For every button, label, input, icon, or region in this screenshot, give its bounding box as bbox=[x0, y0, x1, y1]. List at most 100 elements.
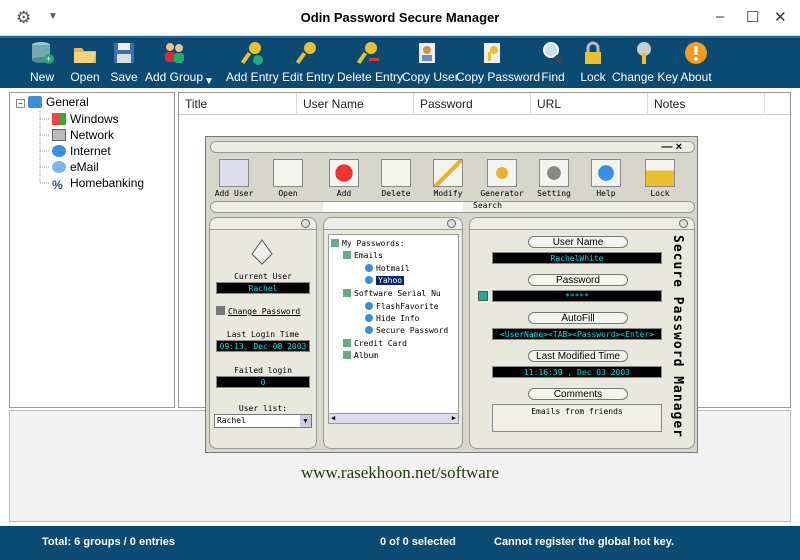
column-title[interactable]: Title bbox=[179, 93, 297, 115]
last-modified-label: Last Modified Time bbox=[528, 350, 628, 362]
inner-generator-button[interactable]: Generator bbox=[480, 159, 524, 198]
user-name-label-button[interactable]: User Name bbox=[528, 236, 628, 248]
tree-node-email[interactable]: eMail bbox=[52, 159, 99, 175]
inner-help-button[interactable]: Help bbox=[584, 159, 628, 198]
inner-add-button[interactable]: Add bbox=[322, 159, 366, 198]
user-list-select[interactable]: Rachel ▼ bbox=[214, 414, 312, 428]
maximize-icon[interactable]: ☐ bbox=[746, 8, 759, 26]
autofill-field[interactable]: <UserName><TAB><Password><Enter> bbox=[492, 328, 662, 340]
column-url[interactable]: URL bbox=[531, 93, 648, 115]
lock-button[interactable]: Lock bbox=[578, 40, 608, 88]
minimize-icon[interactable]: – bbox=[716, 8, 724, 25]
new-database-icon: + bbox=[32, 42, 54, 64]
comments-label-button[interactable]: Comments bbox=[528, 388, 628, 400]
dropdown-arrow-icon: ▼ bbox=[300, 415, 311, 427]
inner-search-bar: Search bbox=[210, 201, 695, 213]
new-button[interactable]: + New bbox=[26, 40, 58, 88]
about-button[interactable]: About bbox=[679, 40, 713, 88]
email-icon bbox=[52, 161, 66, 173]
tree-node-network[interactable]: Network bbox=[52, 127, 114, 143]
autofill-label-button[interactable]: AutoFill bbox=[528, 312, 628, 324]
column-password[interactable]: Password bbox=[414, 93, 531, 115]
user-name-field[interactable]: RachelWhite bbox=[492, 252, 662, 264]
change-key-icon bbox=[637, 42, 651, 64]
inner-lock-button[interactable]: Lock bbox=[638, 159, 682, 198]
window-title: Odin Password Secure Manager bbox=[300, 10, 500, 25]
scroll-right-icon[interactable]: ▶ bbox=[452, 414, 456, 422]
last-login-field: 09:13, Dec 08 2003 bbox=[216, 340, 310, 352]
inner-search-input[interactable] bbox=[323, 202, 463, 212]
change-key-button[interactable]: Change Key bbox=[612, 40, 678, 88]
tree-node-hide-info[interactable]: Hide Info bbox=[365, 314, 419, 323]
tree-node-internet[interactable]: Internet bbox=[52, 143, 111, 159]
inner-setting-button[interactable]: Setting bbox=[532, 159, 576, 198]
tree-node-secure-password[interactable]: Secure Password bbox=[365, 326, 448, 335]
windows-icon bbox=[52, 113, 66, 125]
inner-title-bar: — × bbox=[210, 141, 695, 153]
copy-password-button[interactable]: Copy Password bbox=[456, 40, 540, 88]
column-user-name[interactable]: User Name bbox=[297, 93, 414, 115]
tree-node-yahoo[interactable]: Yahoo bbox=[365, 276, 405, 285]
magnifier-icon bbox=[543, 42, 563, 65]
tree-node-general[interactable]: − General bbox=[16, 94, 89, 110]
tree-node-homebanking[interactable]: % Homebanking bbox=[52, 175, 144, 191]
password-key-icon[interactable] bbox=[478, 291, 488, 301]
column-notes[interactable]: Notes bbox=[648, 93, 765, 115]
tree-node-flashfavorite[interactable]: FlashFavorite bbox=[365, 302, 439, 311]
add-group-icon bbox=[165, 43, 184, 63]
panel-collapse-icon[interactable] bbox=[679, 219, 688, 228]
folder-icon bbox=[343, 251, 351, 259]
inner-add-user-button[interactable]: Add User bbox=[212, 159, 256, 198]
tree-node-software-serial[interactable]: Software Serial Nu bbox=[343, 289, 441, 298]
inner-delete-button[interactable]: Delete bbox=[374, 159, 418, 198]
password-field[interactable]: ***** bbox=[492, 290, 662, 302]
inner-tree-panel: My Passwords: Emails Hotmail Yahoo Softw… bbox=[323, 217, 463, 449]
watermark-url: www.rasekhoon.net/software bbox=[300, 463, 500, 482]
group-tree[interactable]: − General Windows Network Internet eMail … bbox=[9, 92, 175, 408]
warning-about-icon bbox=[685, 42, 707, 64]
panel-collapse-icon[interactable] bbox=[301, 219, 310, 228]
tree-node-credit-card[interactable]: Credit Card bbox=[343, 339, 407, 348]
add-entry-button[interactable]: Add Entry bbox=[226, 40, 279, 88]
grid-header: Title User Name Password URL Notes bbox=[179, 93, 790, 115]
panel-collapse-icon[interactable] bbox=[447, 219, 456, 228]
globe-icon bbox=[365, 264, 373, 272]
comments-field[interactable]: Emails from friends bbox=[492, 404, 662, 432]
find-button[interactable]: Find bbox=[539, 40, 567, 88]
tree-node-hotmail[interactable]: Hotmail bbox=[365, 264, 410, 273]
panel-header bbox=[210, 218, 316, 230]
folder-icon bbox=[343, 339, 351, 347]
generator-icon bbox=[487, 159, 517, 187]
password-label-button[interactable]: Password bbox=[528, 274, 628, 286]
horizontal-scrollbar[interactable]: ◀ ▶ bbox=[329, 413, 458, 423]
tree-node-windows[interactable]: Windows bbox=[52, 111, 119, 127]
checkbox-checked-icon bbox=[216, 306, 225, 315]
status-bar: Total: 6 groups / 0 entries 0 of 0 selec… bbox=[0, 526, 800, 560]
vertical-product-title: Secure Password Manager bbox=[670, 235, 685, 439]
add-group-dropdown[interactable]: ▼ bbox=[204, 40, 216, 88]
change-password-checkbox[interactable]: Change Password bbox=[216, 306, 300, 316]
edit-entry-button[interactable]: Edit Entry bbox=[282, 40, 334, 88]
tree-node-emails[interactable]: Emails bbox=[343, 251, 383, 260]
minus-box-icon[interactable]: − bbox=[16, 99, 25, 108]
delete-entry-key-icon bbox=[356, 42, 379, 65]
folder-icon bbox=[343, 351, 351, 359]
password-tree[interactable]: My Passwords: Emails Hotmail Yahoo Softw… bbox=[328, 234, 459, 424]
svg-text:+: + bbox=[46, 54, 51, 64]
save-button[interactable]: Save bbox=[108, 40, 140, 88]
last-modified-field: 11:16:39 , Dec 03 2003 bbox=[492, 366, 662, 378]
inner-modify-button[interactable]: Modify bbox=[426, 159, 470, 198]
tree-node-my-passwords[interactable]: My Passwords: bbox=[331, 239, 405, 248]
open-button[interactable]: Open bbox=[68, 40, 102, 88]
globe-icon bbox=[365, 276, 373, 284]
close-icon[interactable]: ✕ bbox=[774, 8, 787, 26]
tree-node-album[interactable]: Album bbox=[343, 351, 378, 360]
delete-entry-button[interactable]: Delete Entry bbox=[337, 40, 403, 88]
scroll-left-icon[interactable]: ◀ bbox=[331, 414, 335, 422]
add-group-button[interactable]: Add Group bbox=[144, 40, 204, 88]
globe-icon bbox=[365, 314, 373, 322]
user-emblem-icon bbox=[251, 239, 273, 265]
copy-user-button[interactable]: Copy User bbox=[402, 40, 459, 88]
inner-open-button[interactable]: Open bbox=[266, 159, 310, 198]
inner-window-controls[interactable]: — × bbox=[662, 141, 682, 153]
